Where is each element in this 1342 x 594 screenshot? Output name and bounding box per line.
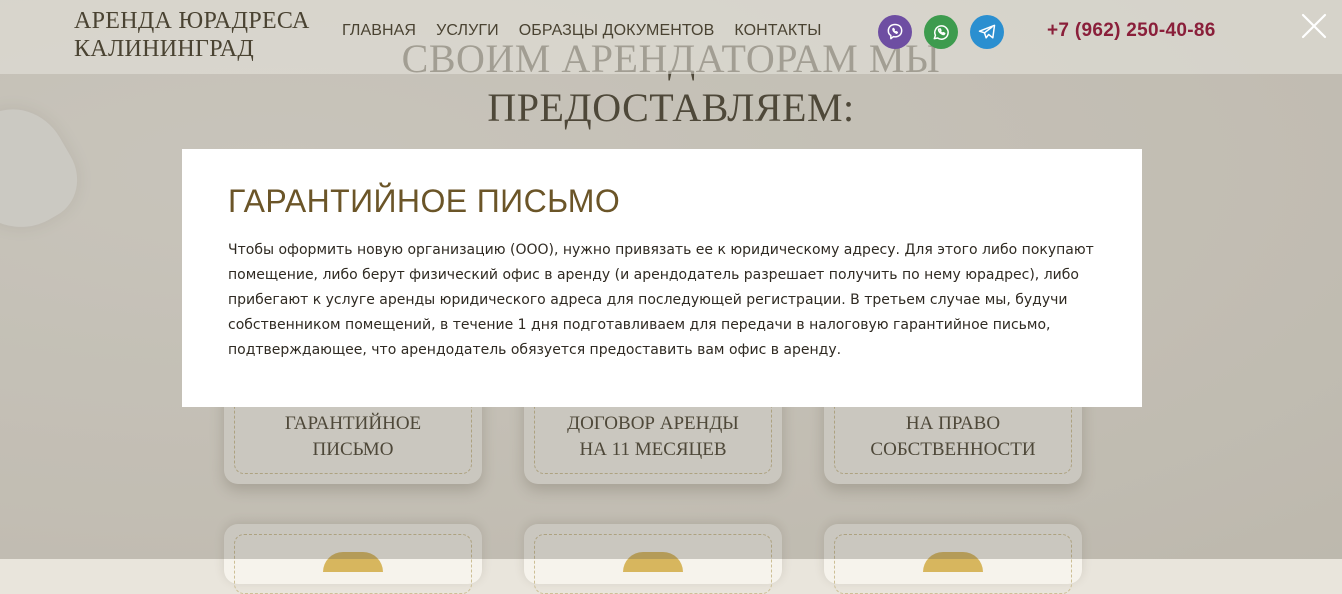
site-logo[interactable]: АРЕНДА ЮРАДРЕСА КАЛИНИНГРАД [74, 7, 310, 63]
nav-item-services[interactable]: УСЛУГИ [436, 22, 499, 40]
viber-icon[interactable] [878, 15, 912, 49]
telegram-icon[interactable] [970, 15, 1004, 49]
nav-item-contacts[interactable]: КОНТАКТЫ [734, 22, 821, 40]
phone-number[interactable]: +7 (962) 250-40-86 [1047, 20, 1216, 42]
close-icon[interactable] [1298, 10, 1330, 42]
modal-title: ГАРАНТИЙНОЕ ПИСЬМО [228, 183, 621, 219]
nav-item-home[interactable]: ГЛАВНАЯ [342, 22, 416, 40]
site-header: АРЕНДА ЮРАДРЕСА КАЛИНИНГРАД ГЛАВНАЯ УСЛУ… [0, 0, 1342, 74]
main-nav: ГЛАВНАЯ УСЛУГИ ОБРАЗЦЫ ДОКУМЕНТОВ КОНТАК… [342, 22, 841, 40]
modal-dialog: ГАРАНТИЙНОЕ ПИСЬМО Чтобы оформить новую … [182, 149, 1142, 407]
modal-body-text: Чтобы оформить новую организацию (ООО), … [228, 242, 1094, 358]
whatsapp-icon[interactable] [924, 15, 958, 49]
logo-line2: КАЛИНИНГРАД [74, 36, 255, 62]
nav-item-document-samples[interactable]: ОБРАЗЦЫ ДОКУМЕНТОВ [519, 22, 715, 40]
logo-line1: АРЕНДА ЮРАДРЕСА [74, 8, 310, 34]
social-links [878, 15, 1016, 49]
